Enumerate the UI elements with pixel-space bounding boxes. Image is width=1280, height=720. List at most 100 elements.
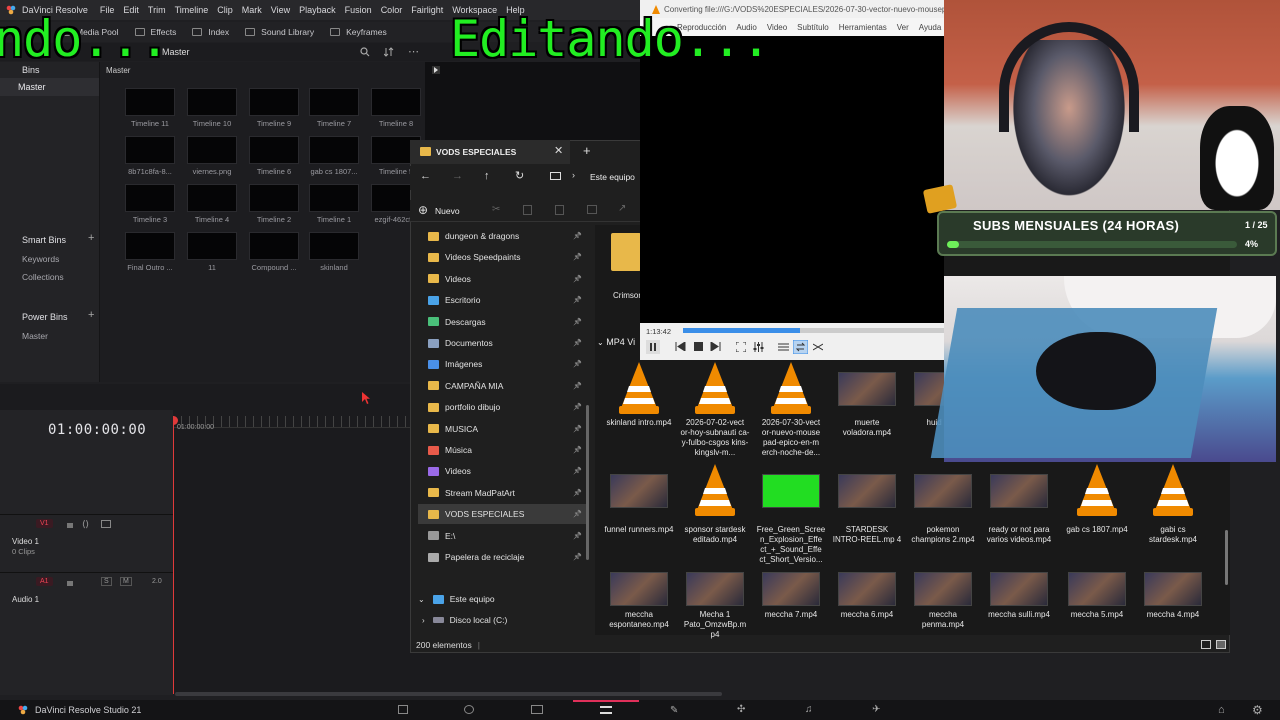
pin-icon[interactable]: 📌 — [573, 296, 582, 304]
clip-thumbnail[interactable] — [249, 136, 299, 164]
shuffle-icon[interactable] — [813, 342, 823, 352]
copy-icon[interactable] — [523, 205, 532, 215]
tree-este-equipo[interactable]: ⌄ Este equipo — [418, 589, 588, 609]
menu-color[interactable]: Color — [381, 5, 403, 15]
sidebar-item[interactable]: Escritorio 📌 — [418, 290, 588, 310]
sidebar-item[interactable]: Descargas 📌 — [418, 312, 588, 332]
fusion-page-icon[interactable]: ✎ — [670, 705, 678, 716]
playhead[interactable] — [173, 416, 174, 694]
chevron-right-icon[interactable]: › — [572, 170, 575, 180]
new-tab-icon[interactable]: + — [583, 143, 591, 158]
edit-page-icon[interactable] — [531, 705, 543, 714]
refresh-icon[interactable]: ↻ — [515, 169, 524, 182]
smart-bin-collections[interactable]: Collections — [0, 270, 86, 284]
pin-icon[interactable]: 📌 — [573, 275, 582, 283]
new-button[interactable]: Nuevo — [435, 206, 460, 216]
menu-fairlight[interactable]: Fairlight — [411, 5, 443, 15]
more-options-icon[interactable]: ⋯ — [408, 45, 419, 58]
solo-button[interactable]: S — [101, 577, 112, 586]
video-thumbnail[interactable] — [1068, 572, 1126, 606]
sidebar-scrollbar[interactable] — [586, 405, 589, 560]
lock-icon[interactable] — [66, 520, 74, 528]
up-icon[interactable]: ↑ — [484, 170, 490, 182]
sidebar-item[interactable]: Documentos 📌 — [418, 333, 588, 353]
vlc-file-icon[interactable] — [615, 360, 663, 416]
share-icon[interactable]: ↗ — [618, 203, 626, 214]
sort-icon[interactable] — [384, 47, 394, 57]
menu-timeline[interactable]: Timeline — [175, 5, 209, 15]
player-menu-ver[interactable]: Ver — [897, 23, 909, 32]
chevron-down-icon[interactable]: ⌄ — [597, 338, 604, 347]
video-thumbnail[interactable] — [990, 474, 1048, 508]
sidebar-item[interactable]: dungeon & dragons 📌 — [418, 226, 588, 246]
pin-icon[interactable]: 📌 — [573, 403, 582, 411]
pin-icon[interactable]: 📌 — [573, 339, 582, 347]
pin-icon[interactable]: 📌 — [573, 467, 582, 475]
video-thumbnail[interactable] — [610, 474, 668, 508]
sidebar-item[interactable]: E:\ 📌 — [418, 526, 588, 546]
sidebar-item[interactable]: Stream MadPatArt 📌 — [418, 483, 588, 503]
player-menu-ayuda[interactable]: Ayuda — [919, 23, 942, 32]
group-header[interactable]: ⌄ MP4 Vi — [597, 337, 635, 347]
deliver-page-icon[interactable]: ✈ — [872, 704, 880, 715]
clip-thumbnail[interactable] — [125, 184, 175, 212]
smart-bin-keywords[interactable]: Keywords — [0, 252, 81, 266]
menu-fusion[interactable]: Fusion — [345, 5, 372, 15]
pin-icon[interactable]: 📌 — [573, 553, 582, 561]
v1-badge[interactable]: V1 — [36, 519, 53, 528]
pin-icon[interactable]: 📌 — [573, 489, 582, 497]
play-viewer-icon[interactable] — [432, 66, 440, 74]
sidebar-item[interactable]: Videos 📌 — [418, 461, 588, 481]
index-button[interactable]: Index — [192, 27, 229, 37]
vlc-file-icon[interactable] — [691, 462, 739, 518]
timeline-timecode[interactable]: 01:00:00:00 — [48, 422, 146, 438]
vlc-file-icon[interactable] — [1149, 462, 1197, 518]
video-thumbnail[interactable] — [686, 572, 744, 606]
player-menu-subtitulo[interactable]: Subtítulo — [797, 23, 829, 32]
vlc-file-icon[interactable] — [691, 360, 739, 416]
search-icon[interactable] — [360, 47, 370, 57]
video-thumbnail[interactable] — [1144, 572, 1202, 606]
previous-icon[interactable] — [675, 342, 686, 351]
sidebar-item[interactable]: Música 📌 — [418, 440, 588, 460]
chevron-right-icon[interactable]: › — [422, 616, 425, 625]
audio-track-1[interactable]: A1 Audio 1 S M 2.0 — [0, 572, 173, 612]
clip-thumbnail[interactable] — [249, 232, 299, 260]
forward-icon[interactable]: → — [452, 170, 463, 182]
video-thumbnail[interactable] — [610, 572, 668, 606]
cut-page-icon[interactable] — [464, 705, 474, 714]
gear-icon[interactable]: ⚙ — [1252, 703, 1263, 717]
sidebar-item[interactable]: VODS ESPECIALES 📌 — [418, 504, 588, 525]
pause-icon[interactable] — [646, 340, 660, 354]
tree-disco-local[interactable]: › Disco local (C:) — [418, 610, 588, 630]
clip-thumbnail[interactable] — [309, 136, 359, 164]
pin-icon[interactable]: 📌 — [573, 318, 582, 326]
clip-thumbnail[interactable] — [187, 136, 237, 164]
loop-icon[interactable] — [793, 340, 808, 354]
next-icon[interactable] — [710, 342, 721, 351]
lock-icon[interactable] — [66, 578, 74, 586]
timeline-scrollbar[interactable] — [175, 692, 722, 696]
keyframes-button[interactable]: Keyframes — [330, 27, 387, 37]
video-thumbnail[interactable] — [762, 474, 820, 508]
clip-thumbnail[interactable] — [125, 88, 175, 116]
menu-view[interactable]: View — [271, 5, 290, 15]
menu-playback[interactable]: Playback — [299, 5, 336, 15]
fullscreen-icon[interactable] — [736, 342, 746, 352]
chevron-down-icon[interactable]: ⌄ — [418, 595, 425, 604]
pin-icon[interactable]: 📌 — [573, 425, 582, 433]
rename-icon[interactable] — [587, 205, 597, 214]
pin-icon[interactable]: 📌 — [573, 360, 582, 368]
mute-button[interactable]: M — [120, 577, 132, 586]
monitor-icon[interactable] — [101, 520, 111, 528]
clip-thumbnail[interactable] — [309, 184, 359, 212]
pin-icon[interactable]: 📌 — [573, 446, 582, 454]
sound-library-button[interactable]: Sound Library — [245, 27, 314, 37]
clip-thumbnail[interactable] — [309, 88, 359, 116]
menu-clip[interactable]: Clip — [217, 5, 233, 15]
new-plus-icon[interactable]: ⊕ — [418, 203, 428, 217]
pin-icon[interactable]: 📌 — [573, 510, 582, 518]
sidebar-item[interactable]: MUSICA 📌 — [418, 419, 588, 439]
clip-thumbnail[interactable] — [309, 232, 359, 260]
a1-badge[interactable]: A1 — [36, 577, 53, 586]
